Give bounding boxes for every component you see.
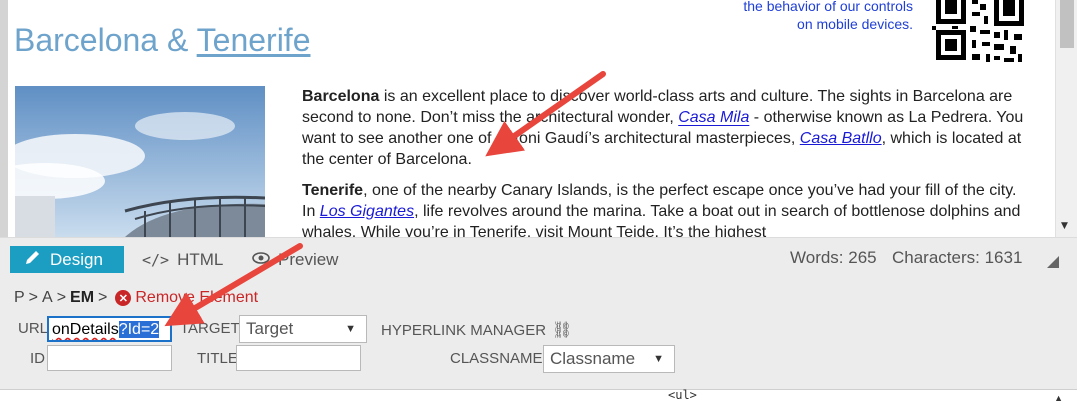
tab-preview[interactable]: Preview [252,246,338,273]
url-label: URL [18,320,49,337]
id-label: ID [30,350,45,367]
pencil-icon [24,248,42,271]
scroll-down-icon[interactable]: ▼ [1061,221,1068,231]
mode-toolbar: Design </> HTML Preview Words: 265 Chara… [0,237,1077,279]
page-title: Barcelona & Tenerife [14,22,310,59]
caret-down-icon: ▼ [345,323,356,335]
url-value-selected: ?Id=2 [118,321,160,338]
article-body[interactable]: Barcelona is an excellent place to disco… [302,86,1027,237]
breadcrumb: P > A > EM > ✕ Remove Element [14,289,258,307]
classname-value: Classname [550,349,636,368]
paragraph-tenerife: Tenerife, one of the nearby Canary Islan… [302,180,1027,237]
breadcrumb-em[interactable]: EM [70,289,94,307]
eye-icon [252,250,270,270]
hyperlink-manager-label: HYPERLINK MANAGER [381,322,547,339]
breadcrumb-p[interactable]: P [14,289,25,307]
bold-tenerife: Tenerife [302,182,364,199]
bold-barcelona: Barcelona [302,88,380,105]
resize-grip-icon[interactable] [1047,256,1059,268]
tagline-line2: on mobile devices. [797,16,913,32]
word-count: Words: 265 [790,248,877,267]
breadcrumb-separator: > [98,289,108,306]
source-preview-strip[interactable]: <ul> ▲ [0,388,1077,408]
breadcrumb-separator: > [56,289,67,306]
link-casa-batllo[interactable]: Casa Batllo [800,130,882,147]
tagline-line1: the behavior of our controls [743,0,913,14]
title-label: TITLE [197,350,238,367]
tagline-text: the behavior of our controls on mobile d… [698,0,913,33]
link-los-gigantes[interactable]: Los Gigantes [320,203,414,220]
title-tenerife: Tenerife [196,22,311,58]
qr-code-icon [932,0,1024,62]
scroll-up-icon[interactable]: ▲ [1054,393,1063,403]
editor-window: the behavior of our controls on mobile d… [0,0,1077,408]
target-dropdown[interactable]: Target ▼ [239,315,367,343]
barcelona-photo [15,86,265,237]
url-input[interactable]: onDetails?Id=2 [47,316,172,342]
tab-preview-label: Preview [278,249,339,269]
character-count: Characters: 1631 [892,248,1023,267]
hyperlink-manager-button[interactable]: HYPERLINK MANAGER ⛓ [381,320,572,340]
editor-content-area[interactable]: the behavior of our controls on mobile d… [0,0,1077,237]
link-icon: ⛓ [552,322,573,339]
tab-design[interactable]: Design [10,246,124,273]
id-input[interactable] [47,345,172,371]
paragraph-barcelona: Barcelona is an excellent place to disco… [302,86,1027,170]
title-input[interactable] [236,345,361,371]
scroll-thumb[interactable] [1060,0,1074,48]
tab-html-label: HTML [177,249,224,269]
element-properties-panel: P > A > EM > ✕ Remove Element URL onDeta… [0,279,1077,389]
title-text: Barcelona & [14,22,197,58]
editor-scrollbar[interactable]: ▼ [1055,0,1077,237]
link-casa-mila[interactable]: Casa Mila [678,109,749,126]
remove-element-button[interactable]: Remove Element [135,289,258,307]
classname-dropdown[interactable]: Classname ▼ [543,345,675,373]
code-icon: </> [142,250,170,269]
remove-icon[interactable]: ✕ [115,290,132,306]
source-snippet: <ul> [668,388,697,402]
tab-design-label: Design [50,249,103,269]
url-value-text: onDetails [52,321,119,338]
breadcrumb-separator: > [28,289,39,306]
target-value: Target [246,319,294,338]
classname-label: CLASSNAME [450,350,543,367]
breadcrumb-a[interactable]: A [42,289,53,307]
target-label: TARGET [180,320,240,337]
caret-down-icon: ▼ [653,353,664,365]
tab-html[interactable]: </> HTML [142,246,223,273]
